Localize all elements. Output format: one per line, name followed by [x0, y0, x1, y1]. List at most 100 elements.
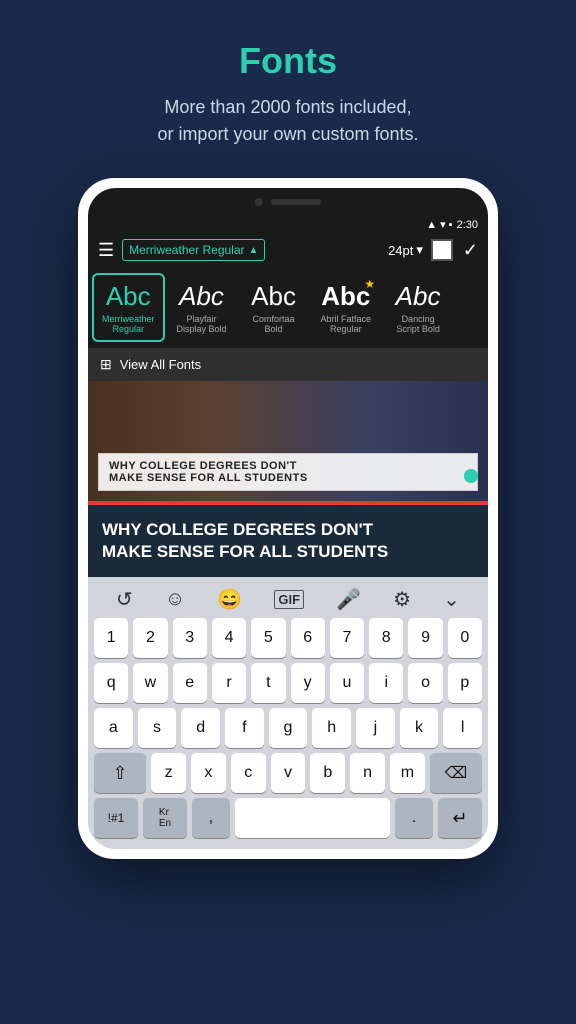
grid-icon: ⊞ — [100, 356, 112, 373]
battery-icon: ▪ — [449, 219, 453, 231]
font-selector[interactable]: Merriweather Regular ▲ — [122, 239, 265, 261]
key-f[interactable]: f — [225, 708, 264, 748]
key-6[interactable]: 6 — [291, 618, 325, 658]
view-all-label: View All Fonts — [120, 357, 201, 372]
font-item-dancing[interactable]: Abc DancingScript Bold — [383, 273, 453, 342]
key-u[interactable]: u — [330, 663, 364, 703]
comma-key[interactable]: , — [192, 798, 230, 838]
key-c[interactable]: c — [231, 753, 266, 793]
key-j[interactable]: j — [356, 708, 395, 748]
key-v[interactable]: v — [271, 753, 306, 793]
key-9[interactable]: 9 — [408, 618, 442, 658]
key-a[interactable]: a — [94, 708, 133, 748]
settings-icon[interactable]: ⚙ — [393, 587, 411, 612]
page-title: Fonts — [20, 40, 556, 82]
key-w[interactable]: w — [133, 663, 167, 703]
wifi-icon: ▾ — [440, 218, 446, 231]
status-time: 2:30 — [457, 219, 478, 231]
font-item-playfair[interactable]: Abc PlayfairDisplay Bold — [167, 273, 237, 342]
shift-icon: ⇧ — [113, 763, 128, 784]
key-s[interactable]: s — [138, 708, 177, 748]
backspace-icon: ⌫ — [445, 763, 468, 783]
key-i[interactable]: i — [369, 663, 403, 703]
phone-speaker — [271, 199, 321, 205]
green-dot-indicator — [464, 469, 478, 483]
font-preview-abril: Abc — [321, 281, 370, 312]
key-n[interactable]: n — [350, 753, 385, 793]
font-row: Abc MerriweatherRegular Abc PlayfairDisp… — [88, 267, 488, 348]
header-section: Fonts More than 2000 fonts included,or i… — [0, 0, 576, 168]
backspace-key[interactable]: ⌫ — [430, 753, 482, 793]
key-d[interactable]: d — [181, 708, 220, 748]
font-preview-dancing: Abc — [396, 281, 441, 312]
kr-en-key[interactable]: KrEn — [143, 798, 187, 838]
dropdown-arrow-icon: ▲ — [249, 245, 259, 256]
key-o[interactable]: o — [408, 663, 442, 703]
toolbar-icons: ✓ — [431, 239, 478, 261]
confirm-icon[interactable]: ✓ — [463, 240, 478, 261]
key-8[interactable]: 8 — [369, 618, 403, 658]
image-overlay-text: WHY COLLEGE DEGREES DON'TMAKE SENSE FOR … — [98, 453, 478, 491]
key-m[interactable]: m — [390, 753, 425, 793]
hamburger-icon[interactable]: ☰ — [98, 240, 114, 261]
key-g[interactable]: g — [269, 708, 308, 748]
font-item-comfortaa[interactable]: Abc ComfortaaBold — [239, 273, 309, 342]
undo-icon[interactable]: ↺ — [116, 587, 133, 612]
period-key[interactable]: . — [395, 798, 433, 838]
space-key[interactable] — [235, 798, 390, 838]
camera-dot — [255, 198, 263, 206]
key-2[interactable]: 2 — [133, 618, 167, 658]
signal-icons: ▲ ▾ ▪ — [426, 218, 452, 231]
key-l[interactable]: l — [443, 708, 482, 748]
keyboard-toolbar: ↺ ☺ 😄 GIF 🎤 ⚙ ⌄ — [90, 581, 486, 618]
font-size-value: 24pt — [388, 243, 413, 258]
bottom-row: !#1 KrEn , . ↵ — [90, 798, 486, 838]
key-h[interactable]: h — [312, 708, 351, 748]
key-k[interactable]: k — [400, 708, 439, 748]
key-7[interactable]: 7 — [330, 618, 364, 658]
letter-row-2: a s d f g h j k l — [90, 708, 486, 748]
key-e[interactable]: e — [173, 663, 207, 703]
key-x[interactable]: x — [191, 753, 226, 793]
phone-mockup: ▲ ▾ ▪ 2:30 ☰ Merriweather Regular ▲ 24pt… — [78, 178, 498, 859]
phone-top-bar — [88, 188, 488, 216]
signal-icon: ▲ — [426, 219, 437, 231]
key-3[interactable]: 3 — [173, 618, 207, 658]
app-toolbar: ☰ Merriweather Regular ▲ 24pt ▾ ✓ — [88, 233, 488, 267]
key-b[interactable]: b — [310, 753, 345, 793]
shift-key[interactable]: ⇧ — [94, 753, 146, 793]
symbols-key[interactable]: !#1 — [94, 798, 138, 838]
mic-icon[interactable]: 🎤 — [336, 587, 361, 612]
key-4[interactable]: 4 — [212, 618, 246, 658]
size-dropdown-icon: ▾ — [416, 242, 423, 258]
emoji-icon[interactable]: ☺ — [165, 588, 185, 611]
banner-text: WHY COLLEGE DEGREES DON'TMAKE SENSE FOR … — [102, 519, 474, 563]
font-item-abril[interactable]: ★ Abc Abril FatfaceRegular — [311, 273, 382, 342]
key-1[interactable]: 1 — [94, 618, 128, 658]
keyboard-area: ↺ ☺ 😄 GIF 🎤 ⚙ ⌄ 1 2 3 4 5 6 7 8 9 0 — [88, 577, 488, 849]
return-key[interactable]: ↵ — [438, 798, 482, 838]
chevron-down-icon[interactable]: ⌄ — [443, 587, 460, 612]
font-item-merriweather[interactable]: Abc MerriweatherRegular — [92, 273, 165, 342]
letter-row-1: q w e r t y u i o p — [90, 663, 486, 703]
current-font-name: Merriweather Regular — [129, 243, 244, 257]
key-t[interactable]: t — [251, 663, 285, 703]
font-preview-comfortaa: Abc — [251, 281, 296, 312]
font-preview-merriweather: Abc — [106, 281, 151, 312]
star-badge-icon: ★ — [364, 277, 375, 291]
key-p[interactable]: p — [448, 663, 482, 703]
dark-banner: WHY COLLEGE DEGREES DON'TMAKE SENSE FOR … — [88, 501, 488, 577]
key-q[interactable]: q — [94, 663, 128, 703]
number-row: 1 2 3 4 5 6 7 8 9 0 — [90, 618, 486, 658]
key-y[interactable]: y — [291, 663, 325, 703]
gif-icon[interactable]: GIF — [274, 590, 304, 609]
key-5[interactable]: 5 — [251, 618, 285, 658]
key-0[interactable]: 0 — [448, 618, 482, 658]
letter-row-3: ⇧ z x c v b n m ⌫ — [90, 753, 486, 793]
key-r[interactable]: r — [212, 663, 246, 703]
key-z[interactable]: z — [151, 753, 186, 793]
view-all-bar[interactable]: ⊞ View All Fonts — [88, 348, 488, 381]
sticker-icon[interactable]: 😄 — [217, 587, 242, 612]
font-size-selector[interactable]: 24pt ▾ — [388, 242, 423, 258]
color-swatch[interactable] — [431, 239, 453, 261]
